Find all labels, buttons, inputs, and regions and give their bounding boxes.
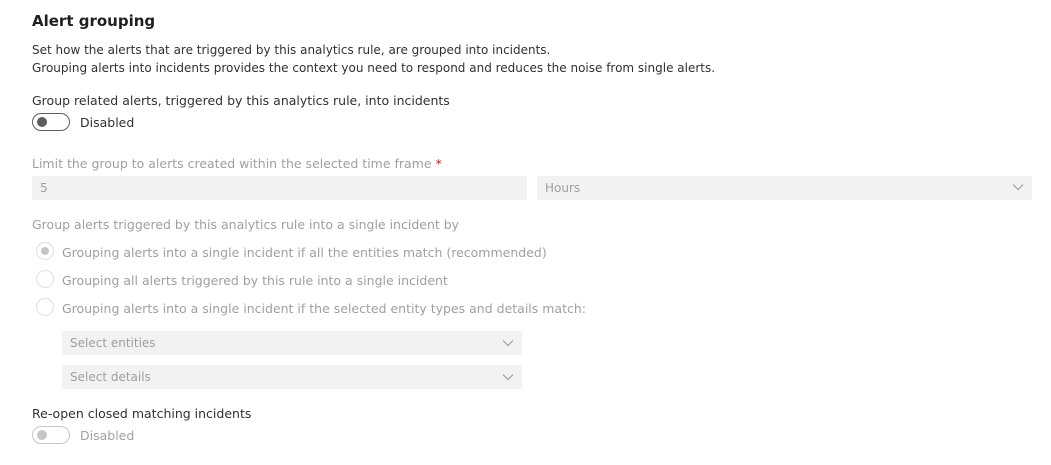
chevron-down-icon [1012,184,1024,191]
section-description-line-1: Set how the alerts that are triggered by… [32,43,551,57]
radio-label-all-entities-match: Grouping alerts into a single incident i… [62,245,547,260]
time-frame-label: Limit the group to alerts created within… [32,156,442,171]
reopen-toggle[interactable] [32,426,70,444]
section-title: Alert grouping [32,12,156,30]
toggle-knob [37,117,47,127]
select-entities-placeholder: Select entities [70,336,156,350]
grouping-method-label: Group alerts triggered by this analytics… [32,217,460,232]
reopen-state: Disabled [80,428,135,443]
select-details-placeholder: Select details [70,370,151,384]
required-asterisk: * [435,156,442,171]
toggle-knob [37,430,47,440]
time-frame-value-input[interactable]: 5 [32,176,527,200]
time-frame-value: 5 [40,181,48,195]
radio-label-single-incident: Grouping all alerts triggered by this ru… [62,273,448,288]
time-frame-unit-dropdown[interactable]: Hours [537,176,1032,200]
time-frame-unit: Hours [545,181,581,195]
reopen-label: Re-open closed matching incidents [32,406,252,421]
group-related-toggle[interactable] [32,113,70,131]
group-related-state: Disabled [80,115,135,130]
radio-all-entities-match[interactable] [36,242,54,260]
radio-label-selected-entities-match: Grouping alerts into a single incident i… [62,301,586,316]
radio-dot-icon [41,247,49,255]
select-entities-dropdown[interactable]: Select entities [62,331,522,355]
chevron-down-icon [502,340,514,347]
group-related-label: Group related alerts, triggered by this … [32,93,450,108]
select-details-dropdown[interactable]: Select details [62,365,522,389]
radio-single-incident[interactable] [36,270,54,288]
chevron-down-icon [502,374,514,381]
section-description-line-2: Grouping alerts into incidents provides … [32,61,716,75]
radio-selected-entities-match[interactable] [36,298,54,316]
